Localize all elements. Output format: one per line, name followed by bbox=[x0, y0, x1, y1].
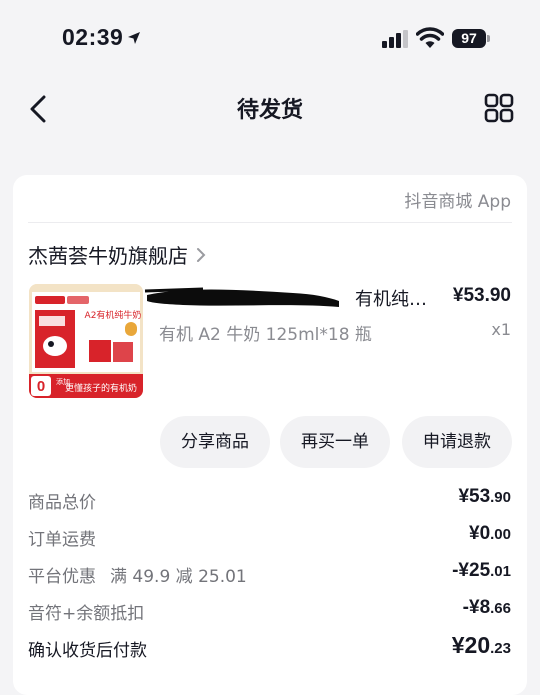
summary-row-discount: 平台优惠满 49.9 减 25.01 -¥25.01 bbox=[28, 560, 511, 588]
shop-link[interactable]: 杰茜荟牛奶旗舰店 bbox=[28, 240, 206, 269]
divider bbox=[28, 222, 512, 223]
summary-label: 音符+余额抵扣 bbox=[28, 604, 145, 624]
summary-label: 平台优惠满 49.9 减 25.01 bbox=[28, 567, 247, 587]
chevron-right-icon bbox=[197, 247, 206, 262]
thumb-badge: 0 bbox=[37, 378, 45, 395]
order-source: 抖音商城 App bbox=[404, 192, 511, 212]
product-image: A2有机纯牛奶 0 添加 更懂孩子的有机奶 bbox=[29, 284, 143, 398]
shop-name: 杰茜荟牛奶旗舰店 bbox=[28, 244, 188, 268]
request-refund-button[interactable]: 申请退款 bbox=[402, 416, 512, 468]
wifi-icon bbox=[416, 27, 444, 48]
product-price: ¥53.90 bbox=[452, 285, 511, 306]
cellular-signal-icon bbox=[382, 30, 408, 48]
summary-label: 订单运费 bbox=[28, 530, 96, 550]
page-title: 待发货 bbox=[236, 98, 303, 123]
summary-row-shipping: 订单运费 ¥0.00 bbox=[28, 523, 511, 551]
product-title-visible: 有机纯… bbox=[355, 289, 427, 310]
summary-row-pay-on-receipt: 确认收货后付款 ¥20.23 bbox=[28, 632, 511, 662]
battery-indicator: 97 bbox=[452, 29, 486, 48]
share-product-button[interactable]: 分享商品 bbox=[160, 416, 270, 468]
product-spec: 有机 A2 牛奶 125ml*18 瓶 bbox=[159, 325, 372, 345]
thumb-brand-text: A2有机纯牛奶 bbox=[85, 309, 142, 321]
location-arrow-icon bbox=[128, 32, 140, 44]
status-bar: 02:39 97 bbox=[0, 0, 540, 78]
product-thumbnail[interactable]: A2有机纯牛奶 0 添加 更懂孩子的有机奶 bbox=[29, 284, 143, 398]
buy-again-button[interactable]: 再买一单 bbox=[280, 416, 390, 468]
status-time: 02:39 bbox=[62, 24, 124, 50]
battery-tip bbox=[487, 35, 490, 42]
summary-label: 确认收货后付款 bbox=[28, 641, 147, 661]
redaction-scribble bbox=[144, 287, 339, 307]
summary-value: -¥25.01 bbox=[452, 560, 511, 581]
summary-value: ¥20.23 bbox=[451, 632, 511, 658]
product-quantity: x1 bbox=[491, 320, 511, 339]
grid-menu-icon[interactable] bbox=[484, 93, 514, 123]
order-card: 抖音商城 App 杰茜荟牛奶旗舰店 A2有机纯牛奶 0 添加 更懂孩子的有机奶 bbox=[13, 175, 527, 695]
summary-value: -¥8.66 bbox=[462, 597, 511, 618]
nav-bar: 待发货 bbox=[0, 78, 540, 138]
summary-row-total: 商品总价 ¥53.90 bbox=[28, 486, 511, 514]
summary-value: ¥0.00 bbox=[469, 523, 511, 544]
summary-row-deduction: 音符+余额抵扣 -¥8.66 bbox=[28, 597, 511, 625]
thumb-slogan: 更懂孩子的有机奶 bbox=[65, 382, 137, 394]
summary-label: 商品总价 bbox=[28, 493, 96, 513]
discount-condition: 满 49.9 减 25.01 bbox=[110, 567, 247, 587]
summary-value: ¥53.90 bbox=[458, 486, 511, 507]
